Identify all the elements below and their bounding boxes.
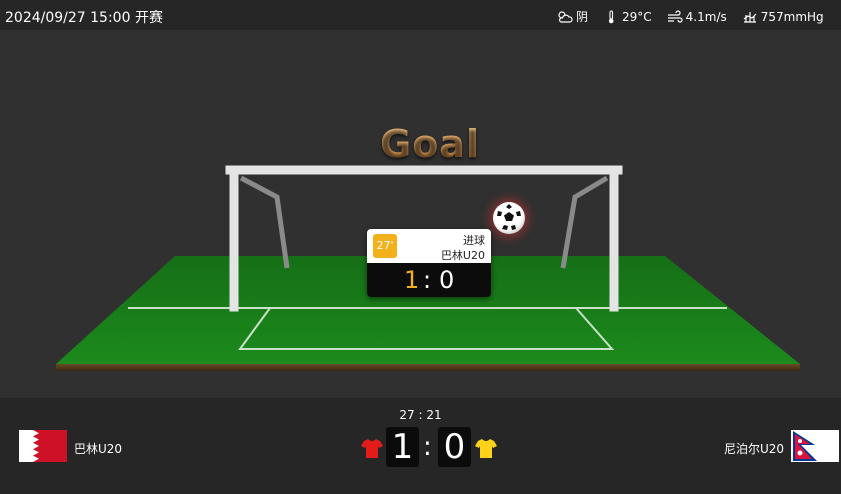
event-score: 1 : 0: [367, 263, 491, 297]
match-clock: 27 : 21: [399, 408, 442, 422]
away-jersey-icon: [475, 439, 497, 458]
away-team-name: 尼泊尔U20: [723, 442, 784, 456]
home-score: 1: [386, 427, 419, 467]
score-separator: :: [423, 432, 432, 462]
event-team: 巴林U20: [440, 249, 485, 262]
home-team-name: 巴林U20: [74, 442, 123, 456]
event-card-header: 27' 进球 巴林U20: [367, 229, 491, 263]
pitch-illustration: [56, 165, 800, 371]
nepal-flag-icon: [791, 430, 839, 462]
event-score-away: 0: [439, 266, 455, 294]
scoreboard: 27 : 21: [0, 398, 841, 494]
left-back-stanchion: [239, 175, 290, 269]
event-card: 27' 进球 巴林U20 1 : 0: [367, 229, 491, 297]
right-back-stanchion: [560, 175, 609, 269]
pitch-edge: [56, 364, 800, 371]
football-icon: [493, 202, 525, 234]
event-minute: 27': [373, 234, 397, 258]
event-score-home: 1: [404, 266, 420, 294]
goal-title: Goal: [380, 122, 480, 166]
home-jersey-icon: [361, 439, 383, 458]
event-type: 进球: [463, 234, 485, 247]
away-score: 0: [438, 427, 471, 467]
bahrain-flag-icon: [19, 430, 67, 462]
event-score-separator: :: [423, 266, 432, 294]
